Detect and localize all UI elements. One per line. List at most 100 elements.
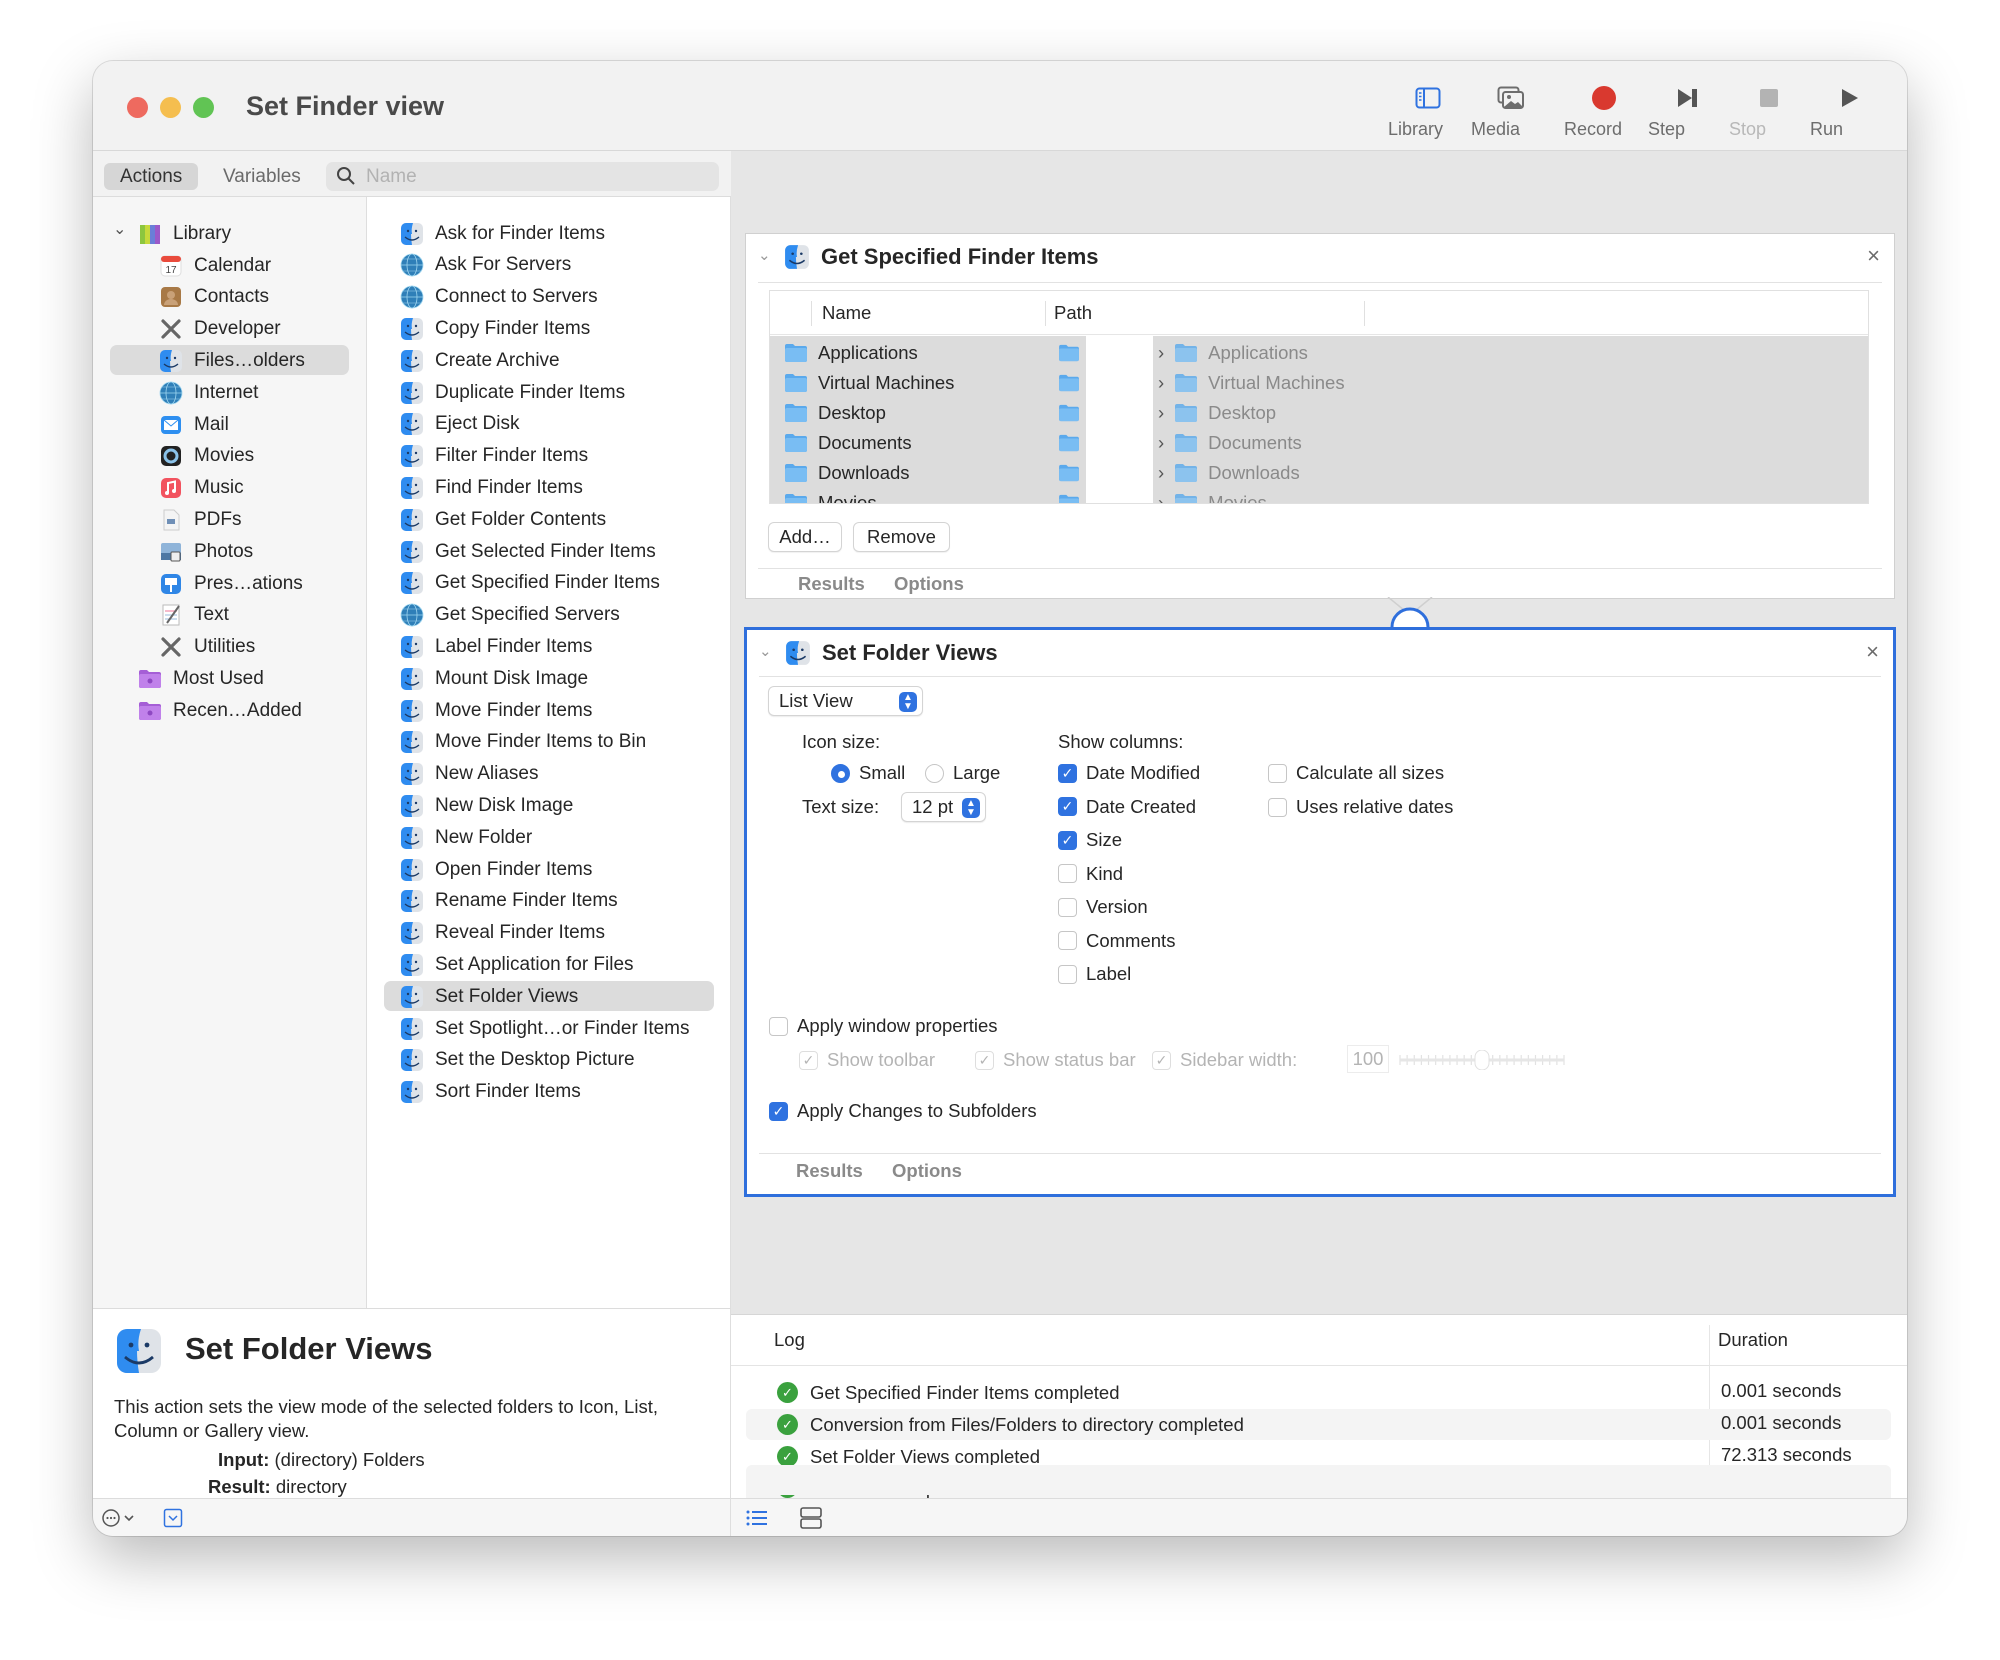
close-window-button[interactable] — [127, 97, 148, 118]
options-tab[interactable]: Options — [894, 573, 964, 595]
action-list-item[interactable]: Ask For Servers — [400, 251, 571, 280]
log-column-header[interactable]: Log — [774, 1329, 805, 1351]
duration-column-header[interactable]: Duration — [1718, 1329, 1788, 1351]
library-item[interactable]: Movies — [159, 442, 254, 471]
results-tab[interactable]: Results — [798, 573, 865, 595]
show-column-checkbox[interactable]: Kind — [1058, 863, 1123, 885]
tab-variables[interactable]: Variables — [207, 163, 317, 190]
library-item[interactable]: Photos — [159, 537, 253, 566]
library-item[interactable]: Mail — [159, 410, 229, 439]
action-list-item[interactable]: Duplicate Finder Items — [400, 378, 625, 407]
icon-size-small-radio[interactable]: Small — [831, 762, 905, 784]
remove-button[interactable]: Remove — [853, 522, 950, 552]
remove-action-close-icon[interactable]: × — [1866, 639, 1879, 665]
action-list-item[interactable]: Move Finder Items — [400, 696, 592, 725]
library-item[interactable]: Files…olders — [159, 346, 305, 375]
table-row-name[interactable]: Movies — [784, 488, 877, 503]
table-row-name[interactable]: Desktop — [784, 398, 886, 428]
action-list-item[interactable]: Get Specified Finder Items — [400, 569, 660, 598]
action-list-item[interactable]: New Folder — [400, 823, 532, 852]
table-row-path[interactable]: › Documents — [1158, 428, 1302, 458]
action-list-item[interactable]: Open Finder Items — [400, 855, 592, 884]
table-row-name[interactable]: Applications — [784, 338, 918, 368]
add-button[interactable]: Add… — [768, 522, 842, 552]
library-item[interactable]: Utilities — [159, 633, 255, 662]
library-item[interactable]: Developer — [159, 315, 281, 344]
text-size-popup[interactable]: 12 pt ▲ ▼ — [901, 792, 986, 822]
action-list-item[interactable]: Get Selected Finder Items — [400, 537, 656, 566]
action-list-item[interactable]: Get Folder Contents — [400, 505, 606, 534]
show-column-checkbox[interactable]: ✓ Size — [1058, 829, 1122, 851]
collapse-chevron-icon[interactable]: ⌄ — [759, 642, 772, 660]
column-header-name[interactable]: Name — [822, 302, 871, 324]
calculate-all-sizes-checkbox[interactable]: Calculate all sizes — [1268, 762, 1444, 784]
action-list-item[interactable]: Reveal Finder Items — [400, 919, 605, 948]
step-toolbar-button[interactable]: Step — [1648, 81, 1728, 143]
table-row-path[interactable]: › Downloads — [1158, 458, 1300, 488]
action-list-item[interactable]: Find Finder Items — [400, 473, 583, 502]
search-input[interactable] — [366, 164, 706, 189]
chevron-down-icon[interactable]: ⌄ — [113, 219, 126, 239]
remove-action-close-icon[interactable]: × — [1867, 243, 1880, 269]
smart-group-item[interactable]: Recen…Added — [138, 696, 302, 725]
collapse-chevron-icon[interactable]: ⌄ — [758, 246, 771, 264]
zoom-window-button[interactable] — [193, 97, 214, 118]
action-list-item[interactable]: Eject Disk — [400, 410, 519, 439]
finder-items-table[interactable]: Name Path Applications › Applications Virtu… — [769, 290, 1869, 504]
table-row-name[interactable]: Documents — [784, 428, 912, 458]
run-toolbar-button[interactable]: Run — [1810, 81, 1890, 143]
apply-window-properties-checkbox[interactable]: Apply window properties — [769, 1015, 998, 1037]
library-item[interactable]: Contacts — [159, 283, 269, 312]
library-item[interactable]: PDFs — [159, 505, 242, 534]
action-list-item[interactable]: Create Archive — [400, 346, 560, 375]
sidebar-width-slider[interactable] — [1397, 1049, 1567, 1071]
apply-changes-to-subfolders-checkbox[interactable]: ✓ Apply Changes to Subfolders — [769, 1100, 1037, 1122]
action-list-item[interactable]: New Aliases — [400, 760, 539, 789]
library-item[interactable]: 17 Calendar — [159, 251, 271, 280]
action-list-item[interactable]: Set Folder Views — [400, 982, 578, 1011]
table-row-path[interactable]: › Virtual Machines — [1158, 368, 1345, 398]
library-item[interactable]: Music — [159, 474, 244, 503]
action-list-item[interactable]: Get Specified Servers — [400, 601, 620, 630]
show-column-checkbox[interactable]: Version — [1058, 896, 1148, 918]
action-set-folder-views[interactable]: ⌄ Set Folder Views × List View ▲ ▼ Icon s… — [744, 627, 1896, 1197]
action-list-item[interactable]: Move Finder Items to Bin — [400, 728, 646, 757]
search-field[interactable] — [326, 162, 719, 191]
show-status-bar-checkbox[interactable]: ✓ Show status bar — [975, 1049, 1136, 1071]
library-item[interactable]: Text — [159, 601, 229, 630]
column-header-path[interactable]: Path — [1054, 302, 1092, 324]
library-item[interactable]: Pres…ations — [159, 569, 303, 598]
tab-actions[interactable]: Actions — [104, 163, 199, 190]
view-mode-popup[interactable]: List View ▲ ▼ — [768, 686, 923, 716]
media-toolbar-button[interactable]: Media — [1471, 81, 1551, 143]
action-get-specified-finder-items[interactable]: ⌄ Get Specified Finder Items × Name Path… — [745, 233, 1895, 599]
smart-group-item[interactable]: Most Used — [138, 664, 264, 693]
icon-size-large-radio[interactable]: Large — [925, 762, 1000, 784]
action-list-item[interactable]: Ask for Finder Items — [400, 219, 605, 248]
toggle-description-button[interactable] — [163, 1508, 183, 1533]
sidebar-width-checkbox[interactable]: ✓ Sidebar width: — [1152, 1049, 1297, 1071]
show-toolbar-checkbox[interactable]: ✓ Show toolbar — [799, 1049, 935, 1071]
stop-toolbar-button[interactable]: Stop — [1729, 81, 1809, 143]
table-row-name[interactable]: Downloads — [784, 458, 910, 488]
action-list-item[interactable]: Set Application for Files — [400, 950, 634, 979]
table-row-path[interactable]: › Movies — [1158, 488, 1267, 503]
table-row-name[interactable]: Virtual Machines — [784, 368, 954, 398]
action-list-item[interactable]: Label Finder Items — [400, 632, 592, 661]
options-tab[interactable]: Options — [892, 1160, 962, 1182]
minimize-window-button[interactable] — [160, 97, 181, 118]
show-variables-button[interactable] — [799, 1506, 823, 1535]
action-list-item[interactable]: Sort Finder Items — [400, 1078, 581, 1107]
log-row[interactable]: ✓ Conversion from Files/Folders to direct… — [746, 1408, 1891, 1440]
table-row-path[interactable]: › Desktop — [1158, 398, 1276, 428]
uses-relative-dates-checkbox[interactable]: Uses relative dates — [1268, 796, 1453, 818]
record-toolbar-button[interactable]: Record — [1564, 81, 1644, 143]
library-toolbar-button[interactable]: Library — [1388, 81, 1468, 143]
show-column-checkbox[interactable]: ✓ Date Modified — [1058, 762, 1200, 784]
show-column-checkbox[interactable]: Comments — [1058, 930, 1175, 952]
action-list-item[interactable]: Set the Desktop Picture — [400, 1046, 635, 1075]
action-list-item[interactable]: New Disk Image — [400, 791, 573, 820]
table-row-path[interactable]: › Applications — [1158, 338, 1308, 368]
action-list-item[interactable]: Copy Finder Items — [400, 314, 590, 343]
sidebar-width-field[interactable]: 100 — [1347, 1045, 1389, 1073]
